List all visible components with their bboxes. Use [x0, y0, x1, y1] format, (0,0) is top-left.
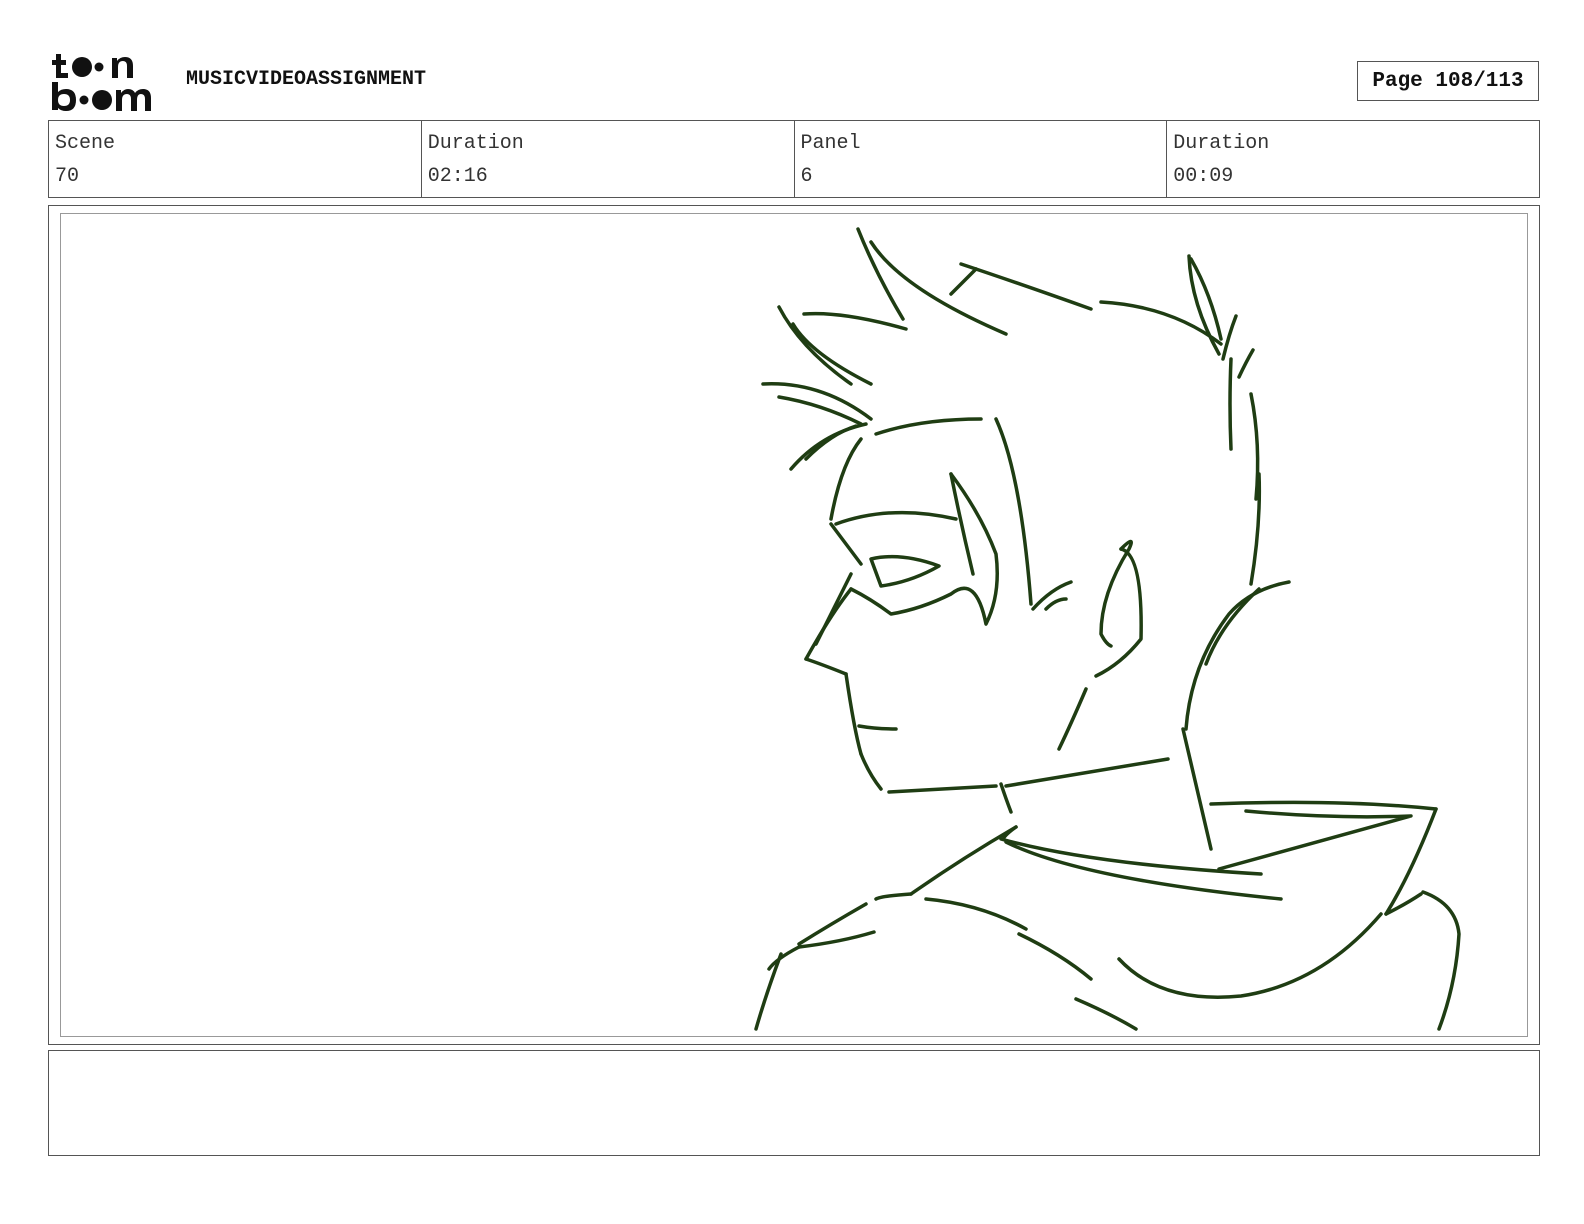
- scene-duration-cell: Duration 02:16: [422, 121, 795, 197]
- panel-duration-value: 00:09: [1173, 165, 1234, 188]
- scene-duration-value: 02:16: [427, 165, 488, 188]
- character-sketch-icon: [754, 227, 1461, 1031]
- scene-cell: Scene 70: [49, 121, 422, 197]
- panel-image-area: [60, 213, 1528, 1037]
- panel-value: 6: [800, 165, 813, 188]
- scene-info-table: Scene 70 Duration 02:16 Panel 6 Duration…: [48, 120, 1540, 198]
- project-title: MUSICVIDEOASSIGNMENT: [186, 68, 427, 91]
- panel-label: Panel: [800, 132, 861, 155]
- panel-notes-box: [48, 1050, 1540, 1156]
- panel-cell: Panel 6: [795, 121, 1168, 197]
- panel-duration-cell: Duration 00:09: [1167, 121, 1539, 197]
- toon-boom-logo-icon: [52, 54, 151, 111]
- scene-label: Scene: [55, 132, 116, 155]
- scene-value: 70: [55, 165, 80, 188]
- storyboard-panel: [48, 205, 1540, 1045]
- scene-duration-label: Duration: [427, 132, 524, 155]
- page-indicator: Page 108/113: [1357, 61, 1539, 101]
- panel-duration-label: Duration: [1173, 132, 1270, 155]
